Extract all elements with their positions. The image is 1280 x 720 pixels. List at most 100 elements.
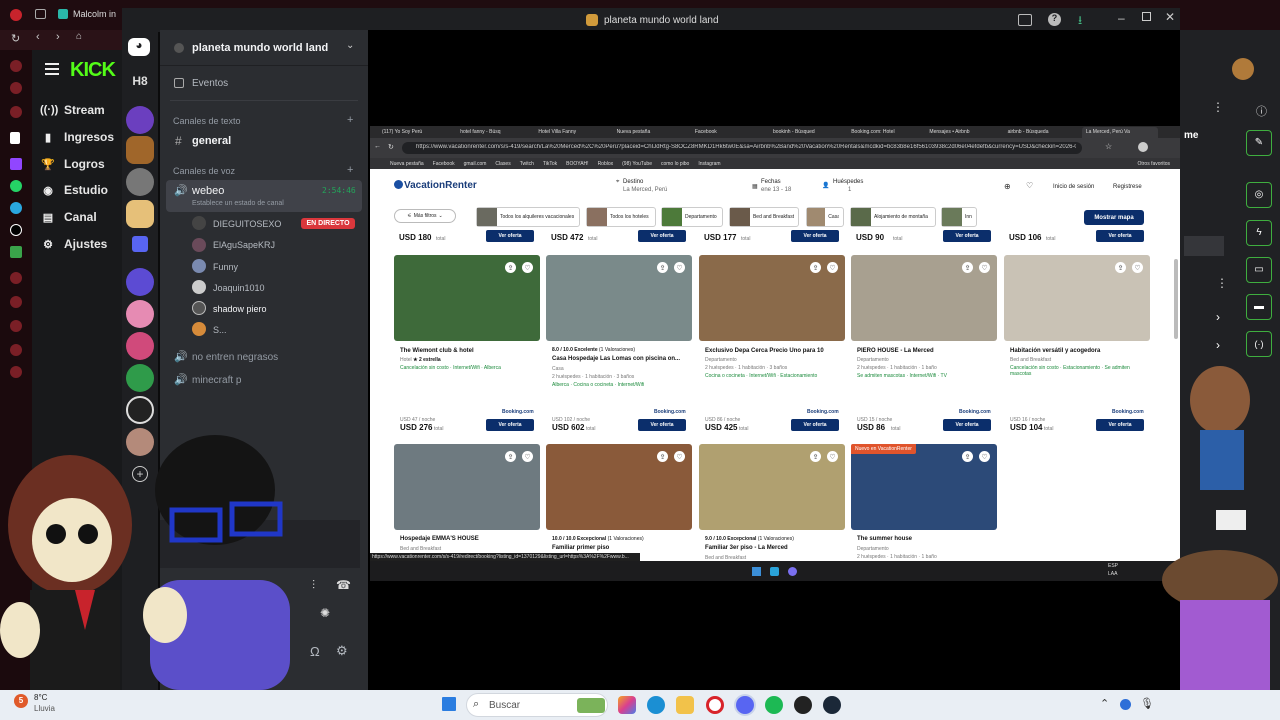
listing-photo[interactable] (546, 444, 692, 530)
whatsapp-icon[interactable] (10, 180, 22, 192)
sidebar-app-icon[interactable] (10, 366, 22, 378)
voice-member[interactable]: Funny (213, 262, 238, 272)
member-avatar[interactable] (192, 301, 206, 315)
file-explorer-icon[interactable] (676, 696, 694, 714)
heart-icon[interactable]: ♡ (827, 451, 838, 462)
inner-browser-tab[interactable]: Facebook (691, 127, 767, 138)
bookmark-item[interactable]: Roblox (598, 161, 614, 167)
ver-oferta-button[interactable]: Ver oferta (638, 419, 686, 431)
server-avatar-active[interactable] (126, 200, 154, 228)
sidebar-arrow-icon[interactable] (10, 132, 20, 144)
help-icon[interactable]: ? (1048, 13, 1061, 26)
listing-photo[interactable] (851, 444, 997, 530)
sidebar-app-icon[interactable] (10, 344, 22, 356)
home-icon[interactable]: ⌂ (76, 31, 82, 42)
share-icon[interactable]: ⇪ (657, 451, 668, 462)
reload-icon[interactable]: ↻ (388, 143, 394, 151)
share-icon[interactable]: ⇪ (810, 262, 821, 273)
weather-temp[interactable]: 8°C (34, 693, 47, 702)
scrollbar[interactable] (1174, 259, 1178, 339)
weather-desc[interactable]: Lluvia (34, 704, 55, 713)
share-icon[interactable]: ⇪ (505, 262, 516, 273)
ver-oferta-button[interactable]: Ver oferta (791, 419, 839, 431)
voice-channel-active[interactable]: 🔊 webeo 2:54:46 Establece un estado de c… (166, 180, 362, 212)
inner-browser-tab[interactable]: bookinh - Búsqued (769, 127, 845, 138)
discord-taskbar-icon[interactable] (788, 567, 797, 576)
kick-menu-logros[interactable]: 🏆 Logros (40, 153, 130, 175)
soundboard-icon[interactable]: ⫶ (312, 578, 315, 593)
listing-photo[interactable] (546, 255, 692, 341)
ver-oferta-button[interactable]: Ver oferta (486, 419, 534, 431)
listing-title[interactable]: Familiar 3er piso - La Merced (705, 545, 788, 551)
add-channel-icon[interactable]: + (347, 114, 353, 126)
ver-oferta-button[interactable]: Ver oferta (486, 230, 534, 242)
listing-title[interactable]: Exclusivo Depa Cerca Precio Uno para 10 (705, 348, 824, 354)
member-avatar[interactable] (192, 259, 206, 273)
broadcast-icon[interactable]: (·) (1246, 331, 1272, 357)
pen-icon[interactable]: ✎ (1246, 130, 1272, 156)
bookmark-item[interactable]: Facebook (433, 161, 455, 167)
listing-title[interactable]: Habitación versátil y acogedora (1010, 348, 1100, 354)
show-map-button[interactable]: Mostrar mapa (1084, 210, 1144, 225)
filter-chip[interactable]: Departamento (661, 207, 723, 227)
register-link[interactable]: Registrese (1113, 184, 1142, 190)
add-channel-icon[interactable]: + (347, 164, 353, 176)
sidebar-app-icon[interactable] (10, 106, 22, 118)
more-options-icon[interactable]: ⋮ (1216, 276, 1228, 290)
inner-browser-tab[interactable]: airbnb - Búsqueda (1004, 127, 1080, 138)
heart-icon[interactable]: ♡ (674, 262, 685, 273)
inner-browser-tab[interactable]: Mensajes • Airbnb (925, 127, 1001, 138)
bookmark-item[interactable]: (98) YouTube (622, 161, 652, 167)
channel-status-hint[interactable]: Establece un estado de canal (192, 200, 284, 207)
listing-title[interactable]: Familiar primer piso (552, 545, 609, 551)
filter-chip[interactable]: Inn (941, 207, 977, 227)
listing-photo[interactable] (851, 255, 997, 341)
heart-icon[interactable]: ♡ (1132, 262, 1143, 273)
kick-logo[interactable]: KICK (70, 59, 116, 82)
listing-photo[interactable] (394, 444, 540, 530)
discord-home-icon[interactable]: ◕ (128, 38, 150, 56)
listing-title[interactable]: The summer house (857, 536, 912, 542)
obs-icon[interactable] (794, 696, 812, 714)
member-avatar[interactable] (192, 322, 206, 336)
back-icon[interactable]: ‹ (36, 31, 40, 43)
folder-label[interactable]: H8 (126, 74, 154, 96)
server-avatar[interactable] (126, 106, 154, 134)
listing-photo[interactable] (1004, 255, 1150, 341)
filter-chip[interactable]: Todos los hoteles (586, 207, 656, 227)
profile-avatar[interactable] (1138, 142, 1148, 152)
inner-url-field[interactable]: https://www.vacationrenter.com/s/s-419/s… (402, 142, 1082, 154)
member-avatar[interactable] (192, 216, 206, 230)
server-avatar[interactable] (126, 396, 154, 424)
lang-indicator-2[interactable]: LAA (1108, 571, 1117, 577)
heart-icon[interactable]: ♡ (1026, 181, 1033, 190)
member-avatar[interactable] (192, 238, 206, 252)
voice-channel-name[interactable]: no entren negrasos (192, 352, 278, 363)
heart-icon[interactable]: ♡ (674, 451, 685, 462)
steam-icon[interactable] (823, 696, 841, 714)
voice-member[interactable]: Joaquin1010 (213, 283, 265, 293)
channel-general[interactable]: general (192, 135, 231, 147)
tiktok-icon[interactable] (10, 224, 22, 236)
outer-tab-title[interactable]: Malcolm in (73, 9, 116, 19)
ver-oferta-button[interactable]: Ver oferta (943, 230, 991, 242)
ver-oferta-button[interactable]: Ver oferta (638, 230, 686, 242)
bookmark-item[interactable]: BOOYAH! (566, 161, 588, 167)
globe-icon[interactable]: ⊕ (1004, 182, 1011, 191)
server-header[interactable]: planeta mundo world land ⌄ (160, 30, 368, 66)
filter-chip[interactable]: Alojamiento de montaña (850, 207, 936, 227)
voice-member[interactable]: shadow piero (213, 304, 267, 314)
share-icon[interactable]: ⇪ (962, 451, 973, 462)
listing-title[interactable]: Casa Hospedaje Las Lomas con piscina on.… (552, 356, 680, 362)
bookmark-item[interactable]: Twitch (520, 161, 534, 167)
opera-icon[interactable] (10, 9, 22, 21)
kick-menu-ajustes[interactable]: ⚙ Ajustes (40, 233, 130, 255)
taskbar-search[interactable]: ⌕ Buscar (466, 693, 608, 717)
bookmark-item[interactable]: Otros favoritos (1137, 161, 1170, 167)
heart-icon[interactable]: ♡ (979, 262, 990, 273)
lightning-icon[interactable]: ϟ (1246, 220, 1272, 246)
inner-browser-tab[interactable]: Hotel Villa Fanny (534, 127, 610, 138)
share-icon[interactable]: ⇪ (810, 451, 821, 462)
workspaces-icon[interactable] (35, 9, 46, 19)
chat-icon[interactable]: ▬ (1246, 294, 1272, 320)
